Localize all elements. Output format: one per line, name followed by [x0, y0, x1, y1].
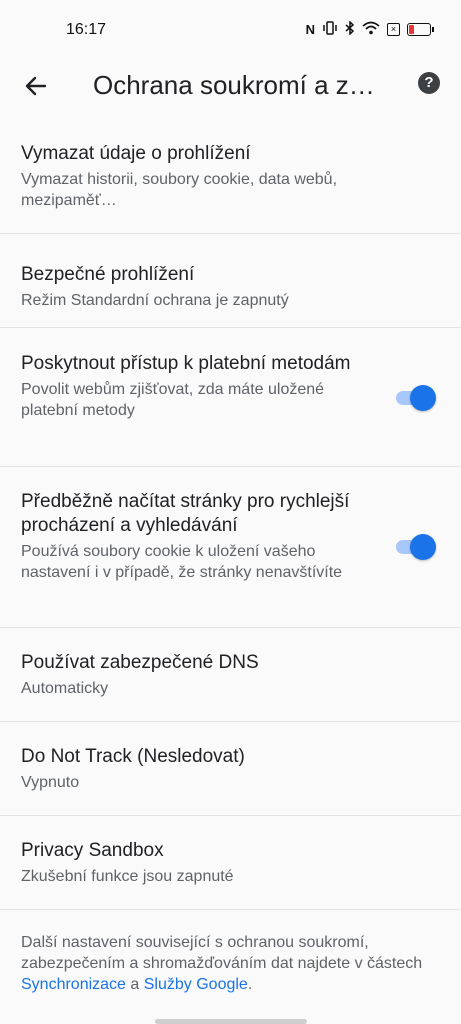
list-item-subtitle: Režim Standardní ochrana je zapnutý — [21, 292, 289, 309]
list-item-title: Poskytnout přístup k platební metodám — [21, 353, 351, 374]
list-item-do-not-track[interactable]: Do Not Track (Nesledovat) Vypnuto — [0, 722, 461, 816]
app-bar: Ochrana soukromí a z… ? — [0, 62, 461, 122]
list-item-subtitle: Vypnuto — [21, 774, 80, 791]
status-bar: 16:17 N × — [0, 0, 461, 62]
toggle-thumb — [410, 385, 436, 411]
arrow-back-icon — [25, 76, 47, 96]
status-time: 16:17 — [66, 21, 107, 38]
list-item-title: Vymazat údaje o prohlížení — [21, 143, 251, 164]
list-item-subtitle: Automaticky — [21, 680, 109, 697]
list-item-title: Používat zabezpečené DNS — [21, 652, 259, 673]
battery-low-icon — [407, 23, 434, 36]
list-item-title: Do Not Track (Nesledovat) — [21, 746, 245, 767]
sync-link[interactable]: Synchronizace — [21, 976, 126, 993]
wifi-icon — [362, 21, 380, 38]
google-services-link[interactable]: Služby Google — [144, 976, 248, 993]
footer-text-end: . — [247, 976, 253, 993]
status-icons: N × — [305, 20, 434, 38]
gesture-nav-handle[interactable] — [155, 1019, 307, 1024]
list-item-payment-methods[interactable]: Poskytnout přístup k platební metodám Po… — [0, 328, 461, 467]
preload-pages-toggle[interactable] — [396, 534, 436, 560]
back-button[interactable] — [20, 70, 52, 102]
bluetooth-icon — [345, 20, 355, 38]
list-item-safe-browsing[interactable]: Bezpečné prohlížení Režim Standardní och… — [0, 234, 461, 328]
list-item-privacy-sandbox[interactable]: Privacy Sandbox Zkušební funkce jsou zap… — [0, 816, 461, 910]
list-item-clear-browsing-data[interactable]: Vymazat údaje o prohlížení Vymazat histo… — [0, 128, 461, 234]
nfc-icon: N — [305, 22, 315, 37]
x-box-icon: × — [387, 23, 400, 36]
list-item-preload-pages[interactable]: Předběžně načítat stránky pro rychlejší … — [0, 467, 461, 628]
list-item-title: Předběžně načítat stránky pro rychlejší … — [21, 491, 350, 536]
list-item-subtitle: Používá soubory cookie k uložení vašeho … — [21, 543, 343, 581]
vibrate-icon — [322, 21, 338, 38]
list-item-title: Bezpečné prohlížení — [21, 264, 195, 285]
list-item-secure-dns[interactable]: Používat zabezpečené DNS Automaticky — [0, 628, 461, 722]
list-item-subtitle: Povolit webům zjišťovat, zda máte uložen… — [21, 381, 325, 419]
list-item-subtitle: Zkušební funkce jsou zapnuté — [21, 868, 234, 885]
payment-methods-toggle[interactable] — [396, 385, 436, 411]
help-icon[interactable]: ? — [418, 72, 440, 94]
footer-text: Další nastavení související s ochranou s… — [21, 934, 423, 972]
footer-text-middle: a — [125, 976, 144, 993]
list-item-subtitle: Vymazat historii, soubory cookie, data w… — [21, 171, 338, 209]
page-title: Ochrana soukromí a z… — [93, 70, 375, 100]
toggle-thumb — [410, 534, 436, 560]
footer-note: Další nastavení související s ochranou s… — [21, 932, 441, 995]
list-item-title: Privacy Sandbox — [21, 840, 164, 861]
settings-list: Vymazat údaje o prohlížení Vymazat histo… — [0, 128, 461, 910]
